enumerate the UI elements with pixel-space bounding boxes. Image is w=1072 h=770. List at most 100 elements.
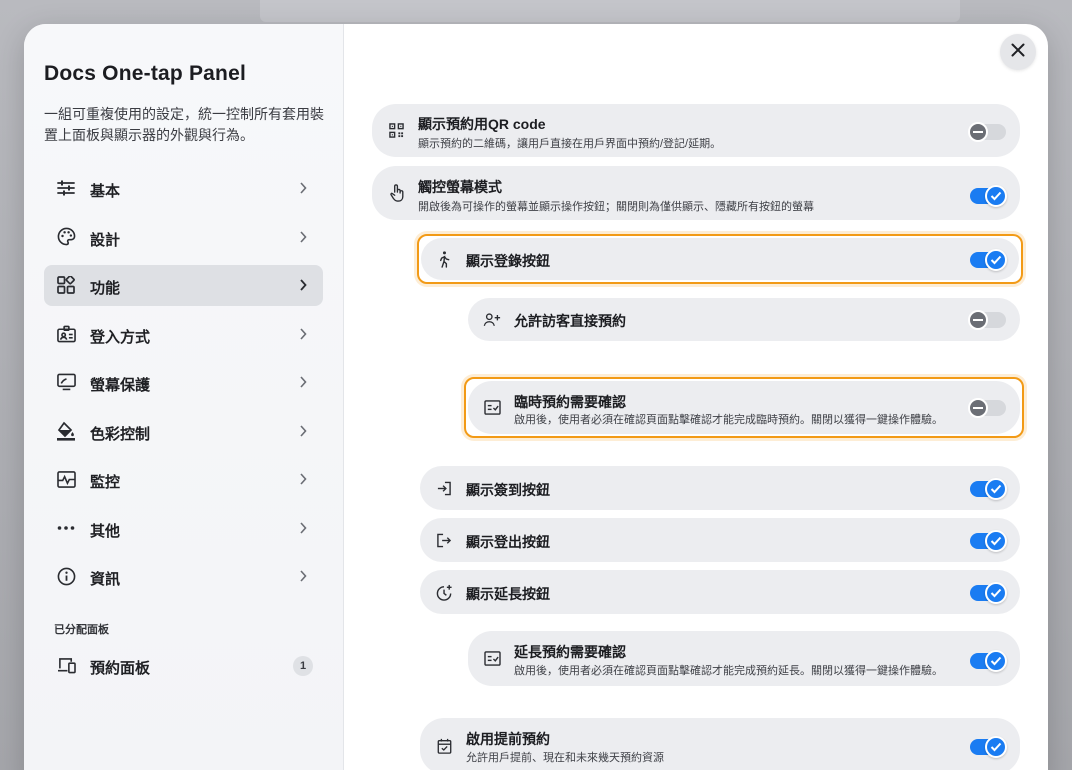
setting-subtitle: 啟用後，使用者必須在確認頁面點擊確認才能完成預約延長。關閉以獲得一鍵操作體驗。 — [514, 665, 943, 677]
toggle-knob-off-icon — [968, 310, 988, 330]
settings-content: 顯示預約用QR code 顯示預約的二維碼，讓用戶直接在用戶界面中預約/登記/延… — [344, 24, 1048, 770]
setting-row-qr-code: 顯示預約用QR code 顯示預約的二維碼，讓用戶直接在用戶界面中預約/登記/延… — [372, 104, 1020, 157]
assigned-panels-heading: 已分配面板 — [54, 624, 109, 636]
toggle-check-icon — [985, 582, 1007, 604]
sidebar-item-label: 預約面板 — [90, 660, 151, 677]
checklist-icon — [483, 650, 501, 668]
sidebar-description: 一組可重複使用的設定，統一控制所有套用裝置上面板與顯示器的外觀與行為。 — [44, 106, 324, 143]
palette-icon — [56, 227, 76, 247]
sidebar-item-label: 基本 — [90, 183, 121, 200]
toggle-switch[interactable] — [970, 249, 1007, 271]
toggle-check-icon — [985, 249, 1007, 271]
settings-modal: Docs One-tap Panel 一組可重複使用的設定，統一控制所有套用裝置… — [24, 24, 1048, 770]
monitor-icon — [56, 372, 76, 392]
clock-plus-icon — [435, 583, 453, 601]
background-toolbar — [260, 0, 960, 22]
touch-icon — [387, 184, 405, 202]
setting-title: 觸控螢幕模式 — [418, 179, 502, 195]
id-badge-icon — [56, 324, 76, 344]
toggle-switch[interactable] — [968, 398, 1006, 418]
setting-row-extend-confirm: 延長預約需要確認 啟用後，使用者必須在確認頁面點擊確認才能完成預約延長。關閉以獲… — [468, 631, 1020, 686]
chevron-right-icon — [299, 569, 309, 583]
setting-title: 顯示登錄按鈕 — [466, 253, 550, 269]
paint-bucket-icon — [56, 421, 76, 441]
sidebar-item-label: 登入方式 — [90, 328, 151, 346]
setting-title: 顯示登出按鈕 — [466, 534, 550, 550]
chevron-right-icon — [299, 424, 309, 438]
setting-title: 啟用提前預約 — [466, 731, 550, 747]
walk-icon — [435, 250, 453, 268]
toggle-check-icon — [985, 736, 1007, 758]
calendar-check-icon — [435, 737, 453, 755]
setting-title: 顯示預約用QR code — [418, 116, 546, 132]
sidebar-item-other[interactable]: 其他 — [44, 508, 323, 549]
toggle-check-icon — [985, 650, 1007, 672]
count-badge: 1 — [293, 656, 313, 676]
setting-title: 顯示簽到按鈕 — [466, 482, 550, 498]
sidebar: Docs One-tap Panel 一組可重複使用的設定，統一控制所有套用裝置… — [24, 24, 344, 770]
setting-title: 允許訪客直接預約 — [514, 313, 626, 329]
sidebar-title: Docs One-tap Panel — [44, 62, 246, 85]
toggle-check-icon — [985, 530, 1007, 552]
sidebar-item-monitoring[interactable]: 監控 — [44, 459, 323, 500]
toggle-switch[interactable] — [970, 185, 1007, 207]
toggle-check-icon — [985, 185, 1007, 207]
sidebar-item-panel[interactable]: 預約面板 1 — [44, 645, 323, 686]
setting-subtitle: 開啟後為可操作的螢幕並顯示操作按鈕；關閉則為僅供顯示、隱藏所有按鈕的螢幕 — [418, 201, 814, 213]
sidebar-item-info[interactable]: 資訊 — [44, 556, 323, 597]
sidebar-item-label: 其他 — [90, 522, 121, 540]
setting-subtitle: 允許用戶提前、現在和未來幾天預約資源 — [466, 752, 664, 764]
sidebar-item-features[interactable]: 功能 — [44, 265, 323, 306]
sidebar-item-basic[interactable]: 基本 — [44, 168, 323, 209]
setting-title: 顯示延長按鈕 — [466, 586, 550, 602]
login-icon — [435, 479, 453, 497]
setting-row-check-in: 顯示簽到按鈕 — [420, 466, 1020, 510]
setting-subtitle: 啟用後，使用者必須在確認頁面點擊確認才能完成臨時預約。關閉以獲得一鍵操作體驗。 — [514, 414, 943, 426]
checklist-icon — [483, 399, 501, 417]
chevron-right-icon — [299, 230, 309, 244]
chevron-right-icon — [299, 521, 309, 535]
chevron-right-icon — [299, 472, 309, 486]
logout-icon — [435, 531, 453, 549]
chevron-right-icon — [299, 327, 309, 341]
setting-row-touch-mode: 觸控螢幕模式 開啟後為可操作的螢幕並顯示操作按鈕；關閉則為僅供顯示、隱藏所有按鈕… — [372, 166, 1020, 220]
toggle-switch[interactable] — [970, 736, 1007, 758]
toggle-switch[interactable] — [970, 582, 1007, 604]
setting-row-show-login: 顯示登錄按鈕 — [421, 238, 1019, 280]
setting-title: 延長預約需要確認 — [514, 644, 626, 660]
toggle-switch[interactable] — [970, 530, 1007, 552]
close-button[interactable] — [1000, 34, 1036, 70]
toggle-knob-off-icon — [968, 122, 988, 142]
person-add-icon — [483, 311, 501, 329]
setting-subtitle: 顯示預約的二維碼，讓用戶直接在用戶界面中預約/登記/延期。 — [418, 138, 722, 150]
sidebar-item-label: 監控 — [90, 474, 121, 491]
toggle-switch[interactable] — [968, 310, 1006, 330]
chevron-right-icon — [299, 181, 309, 195]
info-icon — [56, 566, 76, 586]
devices-icon — [56, 655, 76, 675]
toggle-knob-off-icon — [968, 398, 988, 418]
setting-row-extend: 顯示延長按鈕 — [420, 570, 1020, 614]
sliders-icon — [56, 178, 76, 198]
sidebar-item-color-control[interactable]: 色彩控制 — [44, 411, 323, 452]
sidebar-item-label: 色彩控制 — [90, 425, 151, 443]
sidebar-item-label: 螢幕保護 — [90, 377, 151, 394]
sidebar-item-screensaver[interactable]: 螢幕保護 — [44, 362, 323, 403]
sidebar-item-label: 設計 — [90, 231, 121, 249]
widgets-icon — [56, 275, 76, 295]
sidebar-item-label: 資訊 — [90, 571, 121, 588]
sidebar-item-design[interactable]: 設計 — [44, 217, 323, 258]
setting-row-guest-booking: 允許訪客直接預約 — [468, 298, 1020, 341]
chevron-right-icon — [299, 278, 309, 292]
sidebar-item-login-method[interactable]: 登入方式 — [44, 314, 323, 355]
sidebar-nav: 基本 設計 功能 登入方式 螢幕保護 色彩控制 監控 其他 資訊 — [44, 168, 323, 605]
setting-row-advance-booking: 啟用提前預約 允許用戶提前、現在和未來幾天預約資源 — [420, 718, 1020, 770]
toggle-switch[interactable] — [970, 478, 1007, 500]
setting-row-adhoc-confirm: 臨時預約需要確認 啟用後，使用者必須在確認頁面點擊確認才能完成臨時預約。關閉以獲… — [468, 381, 1020, 434]
toggle-check-icon — [985, 478, 1007, 500]
chevron-right-icon — [299, 375, 309, 389]
toggle-switch[interactable] — [970, 650, 1007, 672]
more-icon — [56, 518, 76, 538]
qr-code-icon — [387, 122, 405, 140]
toggle-switch[interactable] — [968, 122, 1006, 142]
